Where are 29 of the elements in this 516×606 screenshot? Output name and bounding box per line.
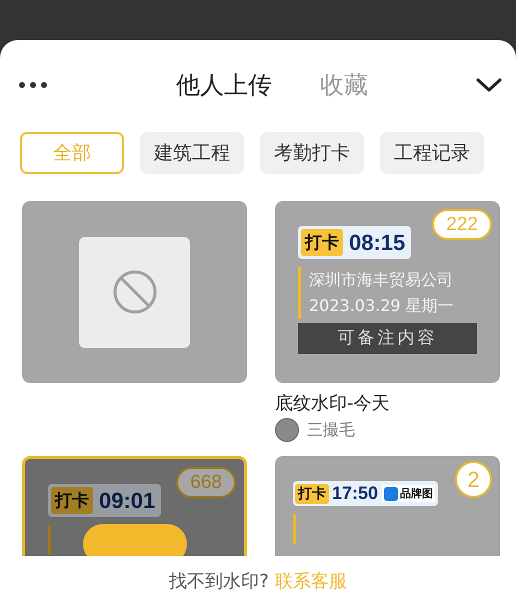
date-text: 2023.03.29 星期一: [309, 295, 455, 317]
count-badge: 2: [455, 461, 492, 498]
watermark-card[interactable]: 打卡 09:01 668: [22, 456, 247, 556]
stamp-time: 08:15: [349, 230, 406, 256]
watermark-card[interactable]: 打卡 08:15 深圳市海丰贸易公司 2023.03.29 星期一 可备注内容 222: [275, 201, 500, 383]
more-icon[interactable]: [18, 81, 48, 89]
count-badge: 222: [432, 209, 492, 240]
company-text: 深圳市海丰贸易公司: [309, 269, 454, 291]
watermark-card[interactable]: 打卡 17:50 品牌图 2: [275, 456, 500, 556]
stamp-tag: 打卡: [295, 484, 329, 504]
plus-icon: [384, 486, 398, 500]
edit-pill[interactable]: [83, 524, 187, 556]
tab[interactable]: 他人上传: [176, 69, 272, 101]
author-name: 三撮毛: [307, 420, 355, 440]
count-badge: 668: [176, 467, 236, 498]
note-bar: 可备注内容: [298, 323, 477, 354]
stamp-time: 09:01: [99, 488, 156, 514]
filter-chip[interactable]: 建筑工程: [140, 132, 244, 174]
card-title: 底纹水印-今天: [275, 392, 390, 415]
filter-chip[interactable]: 考勤打卡: [260, 132, 364, 174]
stamp-tag: 打卡: [51, 487, 93, 514]
stamp-tag: 打卡: [301, 229, 343, 256]
filter-chip[interactable]: 工程记录: [380, 132, 484, 174]
chevron-down-icon[interactable]: [476, 77, 502, 93]
brand-text: 品牌图: [400, 486, 434, 501]
avatar-icon: [275, 418, 299, 442]
no-image-icon: [110, 268, 158, 316]
stamp-time: 17:50: [332, 483, 378, 504]
footer-text: 找不到水印?: [169, 570, 269, 593]
